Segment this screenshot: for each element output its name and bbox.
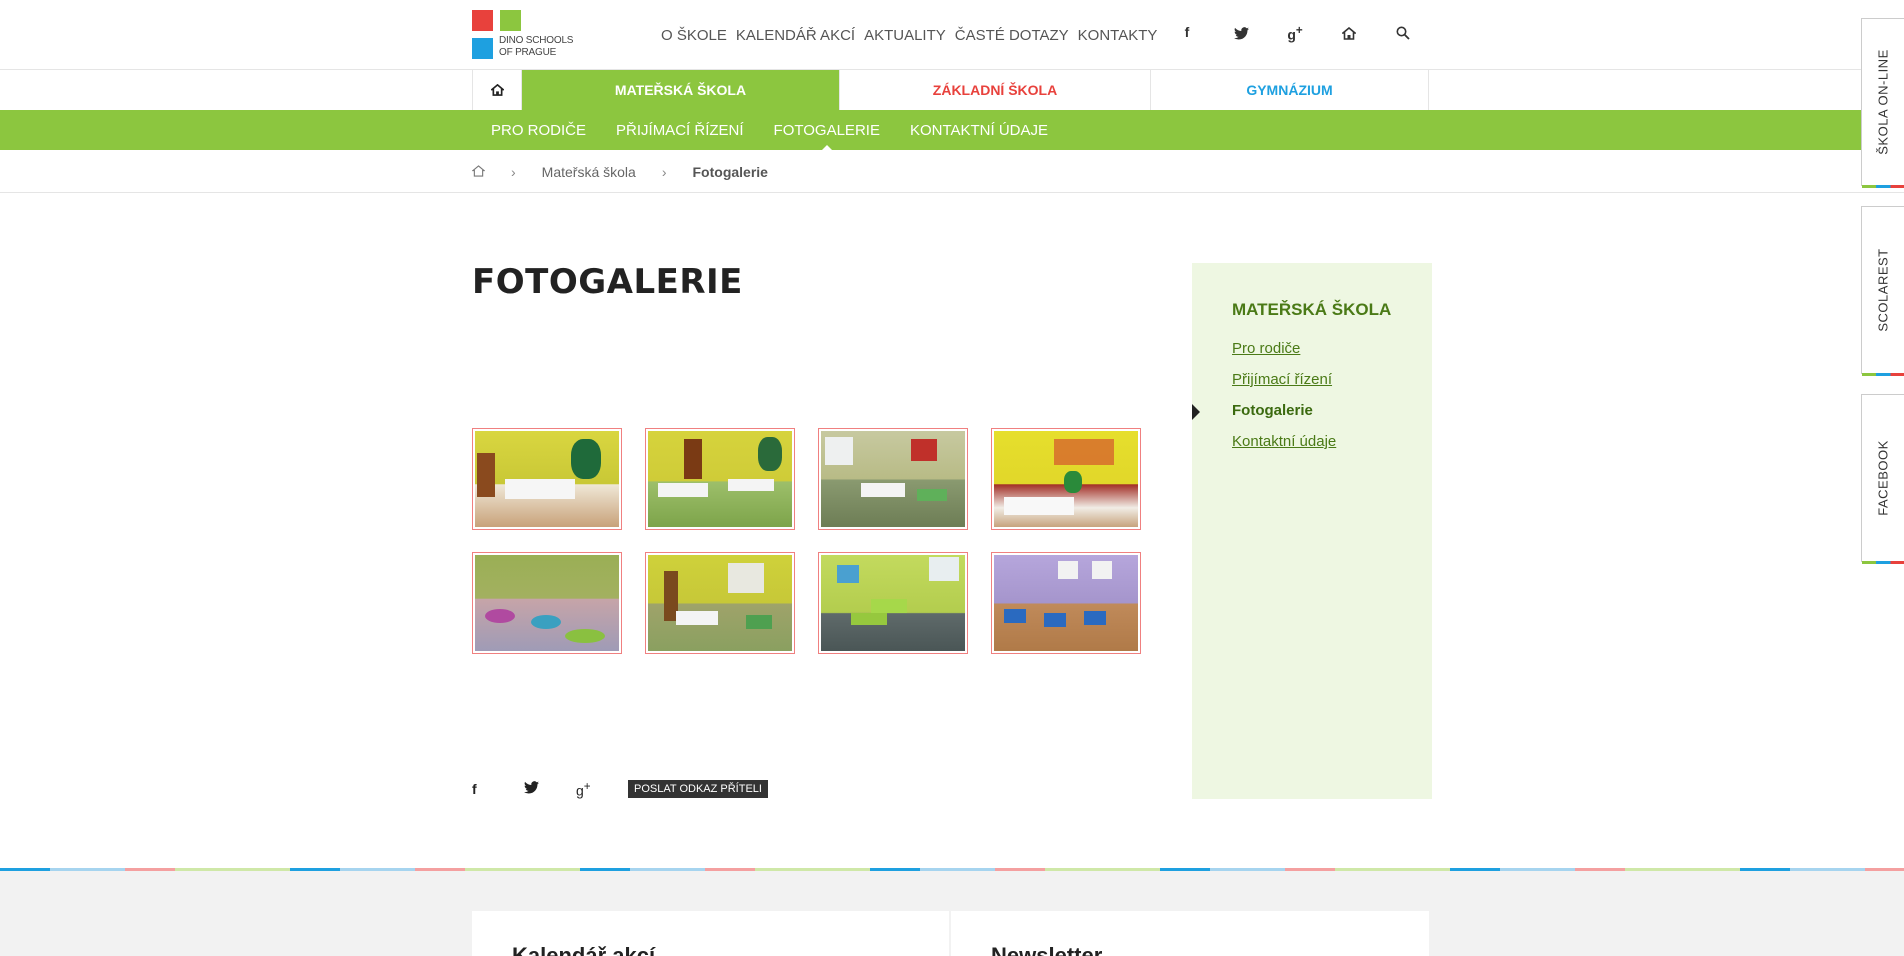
classroom-photo-1 <box>475 431 619 527</box>
breadcrumb-current: Fotogalerie <box>692 163 768 180</box>
side-tab-color-edge <box>1862 561 1904 564</box>
gallery-thumbnail[interactable] <box>472 428 622 530</box>
gallery-thumbnail[interactable] <box>645 552 795 654</box>
share-facebook-icon[interactable]: f <box>472 781 524 797</box>
subnav-prijimaci-rizeni[interactable]: PŘIJÍMACÍ ŘÍZENÍ <box>616 122 744 139</box>
side-tab-label: SCOLAREST <box>1875 248 1891 332</box>
classroom-photo-8 <box>994 555 1138 651</box>
logo-line-1: DINO SCHOOLS <box>499 35 574 46</box>
breadcrumb-separator-icon: › <box>661 163 667 180</box>
topnav-kontakty[interactable]: KONTAKTY <box>1078 27 1158 44</box>
side-tab-label: FACEBOOK <box>1875 440 1891 516</box>
subnav-pro-rodice[interactable]: PRO RODIČE <box>491 122 586 139</box>
sidebar-item-kontaktni-udaje[interactable]: Kontaktní údaje <box>1232 433 1336 464</box>
tab-materska-skola[interactable]: MATEŘSKÁ ŠKOLA <box>522 70 840 110</box>
logo-red-square <box>472 10 493 31</box>
tab-home[interactable] <box>472 70 522 110</box>
logo-text: DINO SCHOOLS OF PRAGUE <box>499 35 573 59</box>
sidebar-title: MATEŘSKÁ ŠKOLA <box>1232 300 1392 319</box>
breadcrumb-materska-skola[interactable]: Mateřská škola <box>542 164 636 180</box>
footer-newsletter-heading: Newsletter <box>991 943 1103 956</box>
logo-line-2: OF PRAGUE <box>499 47 557 58</box>
footer-calendar-card: Kalendář akcí <box>472 911 949 956</box>
subnav-fotogalerie[interactable]: FOTOGALERIE <box>774 122 880 151</box>
facebook-icon[interactable]: f <box>1160 24 1214 43</box>
sidebar-item-fotogalerie[interactable]: Fotogalerie <box>1232 402 1336 433</box>
home-icon <box>490 84 504 96</box>
header: DINO SCHOOLS OF PRAGUE O ŠKOLE KALENDÁŘ … <box>0 0 1904 70</box>
side-tab-facebook[interactable]: FACEBOOK <box>1861 394 1904 564</box>
section-sidebar: MATEŘSKÁ ŠKOLA Pro rodiče Přijímací říze… <box>1192 263 1432 799</box>
gallery-thumbnail[interactable] <box>991 552 1141 654</box>
side-tab-scolarest[interactable]: SCOLAREST <box>1861 206 1904 376</box>
tab-gymnazium[interactable]: GYMNÁZIUM <box>1151 70 1429 110</box>
side-tab-color-edge <box>1862 185 1904 188</box>
section-subnav: PRO RODIČE PŘIJÍMACÍ ŘÍZENÍ FOTOGALERIE … <box>0 110 1904 151</box>
share-bar: f g+ POSLAT ODKAZ PŘÍTELI <box>472 780 768 799</box>
sidebar-item-pro-rodice[interactable]: Pro rodiče <box>1232 340 1336 371</box>
send-link-to-friend-button[interactable]: POSLAT ODKAZ PŘÍTELI <box>628 780 768 799</box>
classroom-photo-5 <box>475 555 619 651</box>
active-item-arrow-icon <box>1192 404 1200 420</box>
side-tab-skola-online[interactable]: ŠKOLA ON-LINE <box>1861 18 1904 188</box>
classroom-photo-4 <box>994 431 1138 527</box>
side-tab-label: ŠKOLA ON-LINE <box>1875 49 1891 155</box>
subnav-kontaktni-udaje[interactable]: KONTAKTNÍ ÚDAJE <box>910 122 1048 139</box>
classroom-photo-7 <box>821 555 965 651</box>
footer-calendar-heading: Kalendář akcí <box>512 943 656 956</box>
classroom-photo-6 <box>648 555 792 651</box>
logo-green-square <box>500 10 521 31</box>
gallery-thumbnail[interactable] <box>991 428 1141 530</box>
page-title: FOTOGALERIE <box>472 262 743 302</box>
gallery-thumbnail[interactable] <box>472 552 622 654</box>
header-icons: f g+ <box>1160 24 1430 43</box>
google-plus-icon[interactable]: g+ <box>1268 24 1322 43</box>
gallery-thumbnail[interactable] <box>818 552 968 654</box>
topnav-o-skole[interactable]: O ŠKOLE <box>661 27 727 44</box>
classroom-photo-3 <box>821 431 965 527</box>
twitter-icon[interactable] <box>1214 24 1268 43</box>
breadcrumb-home-icon[interactable] <box>471 164 486 180</box>
share-google-plus-icon[interactable]: g+ <box>576 780 628 799</box>
sidebar-menu: Pro rodiče Přijímací řízení Fotogalerie … <box>1232 340 1336 464</box>
tab-zakladni-skola[interactable]: ZÁKLADNÍ ŠKOLA <box>840 70 1151 110</box>
school-tabs: MATEŘSKÁ ŠKOLA ZÁKLADNÍ ŠKOLA GYMNÁZIUM <box>472 70 1430 110</box>
dino-schools-logo[interactable]: DINO SCHOOLS OF PRAGUE <box>472 10 602 60</box>
share-twitter-icon[interactable] <box>524 781 576 797</box>
logo-blue-square <box>472 38 493 59</box>
top-navigation: O ŠKOLE KALENDÁŘ AKCÍ AKTUALITY ČASTÉ DO… <box>661 27 1157 44</box>
gallery-thumbnail[interactable] <box>645 428 795 530</box>
home-icon[interactable] <box>1322 24 1376 43</box>
topnav-aktuality[interactable]: AKTUALITY <box>864 27 946 44</box>
footer: Kalendář akcí Newsletter <box>0 871 1904 956</box>
classroom-photo-2 <box>648 431 792 527</box>
gallery-thumbnail[interactable] <box>818 428 968 530</box>
sidebar-item-prijimaci-rizeni[interactable]: Přijímací řízení <box>1232 371 1336 402</box>
topnav-kalendar-akci[interactable]: KALENDÁŘ AKCÍ <box>736 27 855 44</box>
topnav-caste-dotazy[interactable]: ČASTÉ DOTAZY <box>955 27 1069 44</box>
breadcrumb: › Mateřská škola › Fotogalerie <box>0 150 1904 193</box>
breadcrumb-separator-icon: › <box>511 163 516 180</box>
side-tab-color-edge <box>1862 373 1904 376</box>
footer-newsletter-card: Newsletter <box>951 911 1429 956</box>
search-icon[interactable] <box>1376 24 1430 43</box>
